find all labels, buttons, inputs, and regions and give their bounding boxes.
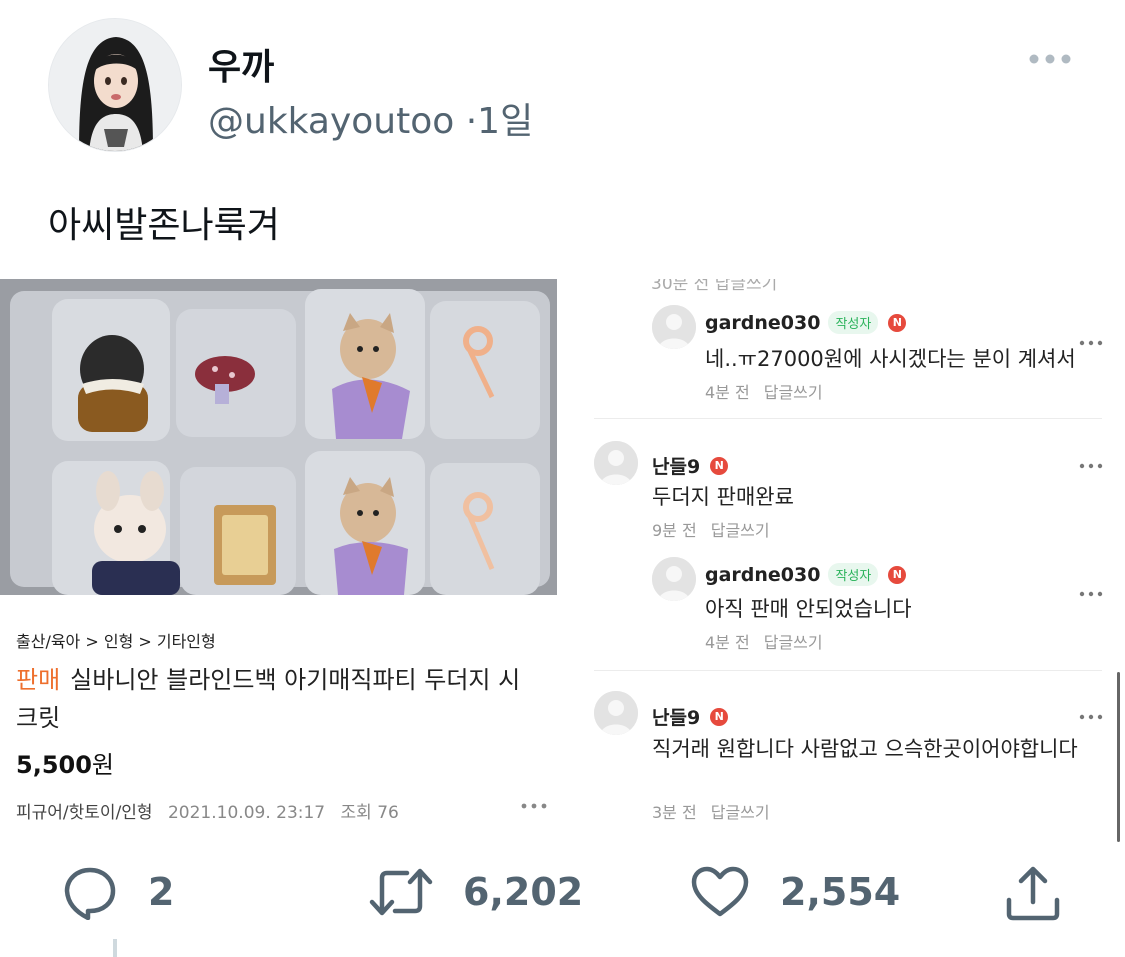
comment-meta: 9분 전 답글쓰기 [652,517,770,541]
comment-text: 아직 판매 안되었습니다 [705,597,912,621]
separator-dot: · [465,101,478,142]
comment-time: 4분 전 [705,633,750,652]
more-options-icon[interactable] [1026,44,1074,74]
user-handle[interactable]: @ukkayoutoo [208,101,454,142]
comment-scrollbar [1117,672,1120,842]
tweet-text: 아씨발존나룩겨 [48,205,280,246]
comment-divider [594,418,1102,419]
comment-section: 30분 전 답글쓰기 gardne030 작성자 N 네..ㅠ27000원에 사… [557,279,1125,842]
comment-author-name: gardne030 [705,563,821,586]
new-badge: N [710,456,729,475]
reply-count: 2 [148,870,175,914]
display-name[interactable]: 우까 [208,38,274,90]
comment-author: 난들9 N [652,703,729,730]
comment-author: gardne030 작성자 N [705,563,907,586]
comment-author-name: 난들9 [652,456,701,478]
comment-avatar [594,441,638,485]
tweet-time[interactable]: 1일 [477,101,533,142]
board-name: 피규어/핫토이/인형 [16,803,153,823]
retweet-button[interactable]: 6,202 [369,864,583,920]
post-date: 2021.10.09. 23:17 [167,803,326,823]
comment-meta: 3분 전 답글쓰기 [652,799,770,823]
comment-text: 직거래 원합니다 사람없고 으슥한곳이어야합니다 [652,737,1078,761]
product-more-icon [521,797,547,809]
reply-icon[interactable] [62,864,118,920]
product-title: 판매 실바니안 블라인드백 아기매직파티 두더지 시크릿 [16,661,536,737]
author-badge: 작성자 [828,311,879,334]
author-badge: 작성자 [828,563,879,586]
heart-icon[interactable] [690,864,750,920]
product-photo [0,279,557,595]
reply-button[interactable]: 2 [62,864,174,920]
sale-tag: 판매 [16,666,61,694]
price-unit: 원 [91,751,115,779]
new-badge: N [710,707,729,726]
product-price: 5,500원 [16,745,114,780]
new-badge: N [888,313,907,332]
comment-time: 9분 전 [652,521,697,540]
handle-line: @ukkayoutoo ·1일 [208,92,533,144]
tweet-actions: 2 6,202 2,554 [0,842,1125,957]
new-badge: N [888,565,907,584]
tweet-media[interactable]: 출산/육아 > 인형 > 기타인형 판매 실바니안 블라인드백 아기매직파티 두더… [0,279,1125,842]
comment-divider [594,670,1102,671]
reply-link: 답글쓰기 [763,633,823,652]
comment-avatar [652,557,696,601]
comment-avatar [594,691,638,735]
comment-author: gardne030 작성자 N [705,311,907,334]
comment-meta: 4분 전 답글쓰기 [705,629,823,653]
reply-link: 답글쓰기 [710,803,770,822]
view-count: 조회 76 [340,803,399,823]
comment-more-icon [1079,707,1103,720]
comment-meta: 4분 전 답글쓰기 [705,379,823,403]
thread-line [113,939,117,957]
share-button[interactable] [1004,864,1062,922]
cut-off-comment-meta: 30분 전 답글쓰기 [651,279,778,294]
retweet-icon[interactable] [369,864,433,920]
comment-author: 난들9 N [652,452,729,479]
product-title-text: 실바니안 블라인드백 아기매직파티 두더지 시크릿 [16,666,521,732]
profile-avatar[interactable] [48,18,182,152]
reply-link: 답글쓰기 [763,383,823,402]
share-icon[interactable] [1004,864,1062,922]
comment-author-name: 난들9 [652,707,701,729]
comment-avatar [652,305,696,349]
retweet-count: 6,202 [463,870,584,914]
price-number: 5,500 [16,751,92,779]
like-button[interactable]: 2,554 [690,864,900,920]
comment-more-icon [1079,584,1103,597]
comment-more-icon [1079,333,1103,346]
comment-time: 3분 전 [652,803,697,822]
comment-text: 네..ㅠ27000원에 사시겠다는 분이 계셔서 [705,347,1076,371]
product-footer: 피규어/핫토이/인형 2021.10.09. 23:17 조회 76 [16,798,399,823]
reply-link: 답글쓰기 [710,521,770,540]
comment-text: 두더지 판매완료 [652,485,794,509]
comment-time: 4분 전 [705,383,750,402]
product-category: 출산/육아 > 인형 > 기타인형 [16,632,216,651]
like-count: 2,554 [780,870,901,914]
comment-more-icon [1079,456,1103,469]
comment-author-name: gardne030 [705,311,821,334]
